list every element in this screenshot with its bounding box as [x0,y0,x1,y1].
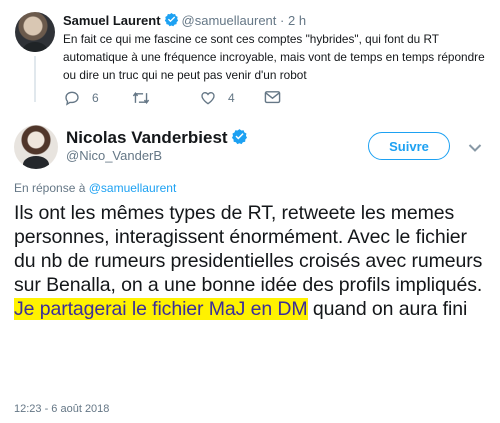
verified-badge-icon [164,12,179,30]
reply-prefix: En réponse à [14,181,86,195]
chevron-down-icon[interactable] [468,140,482,158]
verified-badge-icon [231,128,248,150]
author-name-row: Nicolas Vanderbiest [66,128,251,150]
tweet-timestamp[interactable]: 12:23 - 6 août 2018 [14,403,109,415]
like-count: 4 [228,91,235,105]
like-icon [200,90,216,106]
retweet-button[interactable] [132,90,162,106]
reply-icon [64,90,80,106]
avatar[interactable] [14,125,58,169]
like-button[interactable]: 4 [200,90,235,106]
meta-separator: · [280,13,285,28]
avatar[interactable] [15,12,55,52]
author-name[interactable]: Samuel Laurent [63,13,161,28]
author-name[interactable]: Nicolas Vanderbiest [66,128,228,147]
author-handle[interactable]: @Nico_VanderB [66,148,162,163]
reply-count: 6 [92,91,99,105]
parent-tweet-actions: 6 4 [64,90,364,108]
parent-tweet-header: Samuel Laurent @samuellaurent · 2 h [63,12,306,30]
follow-button[interactable]: Suivre [368,132,450,160]
thread-connector [34,56,36,102]
parent-tweet-text: En fait ce qui me fascine ce sont ces co… [63,32,485,82]
reply-mention-link[interactable]: @samuellaurent [89,181,177,195]
main-tweet: Nicolas Vanderbiest @Nico_VanderB Suivre… [0,117,500,423]
tweet-text-main: Ils ont les mêmes types de RT, retweete … [14,202,483,296]
direct-message-button[interactable] [264,90,281,105]
retweet-icon [132,90,150,106]
author-handle[interactable]: @samuellaurent [182,13,277,28]
reply-button[interactable]: 6 [64,90,99,106]
message-icon [264,90,281,105]
tweet-text-end: quand on aura fini [307,298,468,320]
parent-tweet[interactable]: Samuel Laurent @samuellaurent · 2 h En fa… [0,0,500,117]
highlighted-text: Je partagerai le fichier MaJ en DM [14,298,308,320]
tweet-text: Ils ont les mêmes types de RT, retweete … [14,201,488,321]
tweet-time[interactable]: 2 h [288,13,306,28]
reply-context: En réponse à @samuellaurent [14,181,176,195]
